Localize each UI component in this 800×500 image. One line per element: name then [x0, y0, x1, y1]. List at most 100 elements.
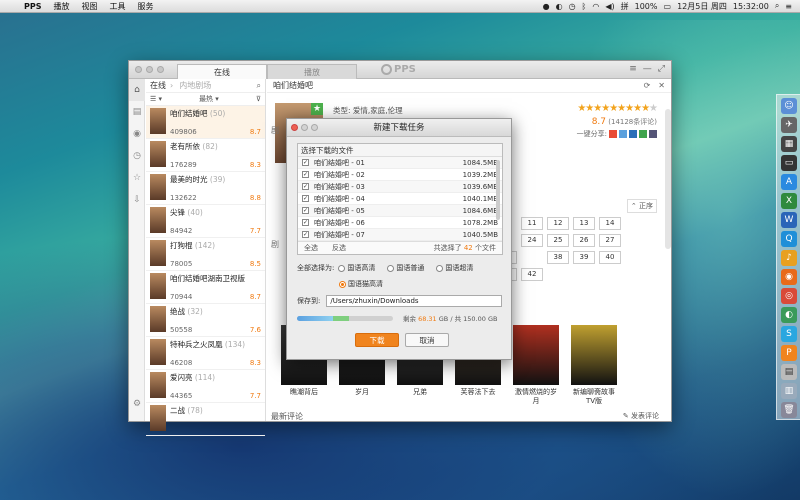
- monitor-icon[interactable]: ▭: [781, 155, 797, 171]
- qq-music-icon[interactable]: ♪: [781, 250, 797, 266]
- list-item[interactable]: 老有所依 (82) 176289 8.3: [146, 139, 265, 172]
- file-row[interactable]: ✓ 咱们结婚吧 - 04 1040.1MB: [298, 193, 502, 205]
- chrome-icon[interactable]: ◎: [781, 288, 797, 304]
- mission-control-icon[interactable]: ▦: [781, 136, 797, 152]
- episode-button[interactable]: 39: [573, 251, 595, 264]
- date-text[interactable]: 12月5日 周四: [677, 1, 727, 12]
- file-checkbox[interactable]: ✓: [302, 231, 309, 238]
- cancel-button[interactable]: 取消: [405, 333, 449, 347]
- list-item[interactable]: 最美的时光 (39) 132622 8.8: [146, 172, 265, 205]
- sort-dropdown[interactable]: 最热 ▾: [199, 94, 219, 104]
- episode-button[interactable]: 25: [547, 234, 569, 247]
- user-icon[interactable]: ◉: [129, 123, 145, 145]
- select-all-button[interactable]: 全选: [304, 243, 318, 253]
- word-icon[interactable]: W: [781, 212, 797, 228]
- finder-icon[interactable]: ☺: [781, 98, 797, 114]
- radio-hd[interactable]: [338, 264, 346, 272]
- dialog-zoom-button[interactable]: [311, 124, 318, 131]
- file-row[interactable]: ✓ 咱们结婚吧 - 06 1078.2MB: [298, 217, 502, 229]
- home-icon[interactable]: ⌂: [129, 79, 145, 101]
- episode-button[interactable]: 11: [521, 217, 543, 230]
- volume-icon[interactable]: ◀): [605, 2, 614, 11]
- episode-button[interactable]: 40: [599, 251, 621, 264]
- list-item[interactable]: 特种兵之火凤凰 (134) 46208 8.3: [146, 337, 265, 370]
- list-item[interactable]: 爱闪亮 (114) 44365 7.7: [146, 370, 265, 403]
- file-list-scrollbar[interactable]: [496, 160, 500, 220]
- episode-button[interactable]: 27: [599, 234, 621, 247]
- post-comment-button[interactable]: ✎ 发表评论: [623, 411, 659, 421]
- share-more-icon[interactable]: [649, 130, 657, 138]
- window-titlebar[interactable]: 在线 播放 PPS ≡ — ⤢: [129, 61, 671, 79]
- list-item[interactable]: 咱们结婚吧湖南卫视版 70944 8.7: [146, 271, 265, 304]
- dialog-minimize-button[interactable]: [301, 124, 308, 131]
- file-checkbox[interactable]: ✓: [302, 159, 309, 166]
- tab-online[interactable]: 在线: [177, 64, 267, 79]
- file-checkbox[interactable]: ✓: [302, 219, 309, 226]
- excel-icon[interactable]: X: [781, 193, 797, 209]
- radio-uhd[interactable]: [436, 264, 444, 272]
- list-item[interactable]: 绝战 (32) 50558 7.6: [146, 304, 265, 337]
- quality-option-normal[interactable]: 国语普通: [387, 263, 424, 273]
- plus-icon[interactable]: ★: [311, 103, 323, 115]
- related-poster[interactable]: 新编聊斋故事TV版: [571, 325, 617, 406]
- document-icon[interactable]: ▤: [781, 364, 797, 380]
- minimize-window-button[interactable]: [146, 66, 153, 73]
- book-icon[interactable]: ▤: [129, 101, 145, 123]
- trash-icon[interactable]: 🗑: [781, 402, 797, 418]
- detail-scrollbar[interactable]: [665, 109, 671, 249]
- fullscreen-icon[interactable]: ⤢: [658, 64, 665, 74]
- tray-icon[interactable]: ◐: [556, 2, 563, 11]
- search-icon[interactable]: ⌕: [257, 81, 261, 91]
- menu-service[interactable]: 服务: [132, 1, 160, 12]
- radio-selected[interactable]: [339, 280, 346, 288]
- list-item[interactable]: 打狗棍 (142) 78005 8.5: [146, 238, 265, 271]
- dialog-titlebar[interactable]: 新建下载任务: [287, 119, 511, 137]
- episode-button[interactable]: 24: [521, 234, 543, 247]
- episode-button[interactable]: 38: [547, 251, 569, 264]
- firefox-icon[interactable]: ◉: [781, 269, 797, 285]
- share-weibo-icon[interactable]: [609, 130, 617, 138]
- quality-option-selected[interactable]: 国语猫高清: [339, 279, 383, 289]
- battery-icon[interactable]: ▭: [664, 2, 672, 11]
- rating-count[interactable]: (14128条评论): [608, 118, 657, 126]
- list-item[interactable]: 二战 (78): [146, 403, 265, 436]
- spotlight-icon[interactable]: ⌕: [775, 1, 779, 11]
- episode-sort-button[interactable]: ⌃ 正序: [626, 199, 657, 213]
- folder-icon[interactable]: ▥: [781, 383, 797, 399]
- quality-option-uhd[interactable]: 国语超清: [436, 263, 473, 273]
- invert-selection-button[interactable]: 反选: [332, 243, 346, 253]
- qq-icon[interactable]: Q: [781, 231, 797, 247]
- browser-icon[interactable]: ◐: [781, 307, 797, 323]
- file-row[interactable]: ✓ 咱们结婚吧 - 01 1084.5MB: [298, 157, 502, 169]
- menu-play[interactable]: 播放: [48, 1, 76, 12]
- refresh-icon[interactable]: ⟳: [644, 81, 651, 90]
- close-window-button[interactable]: [135, 66, 142, 73]
- share-renren-icon[interactable]: [629, 130, 637, 138]
- clock-text[interactable]: 15:32:00: [733, 2, 769, 11]
- list-view-icon[interactable]: ☰ ▾: [150, 95, 162, 103]
- skype-icon[interactable]: S: [781, 326, 797, 342]
- tab-playback[interactable]: 播放: [267, 64, 357, 79]
- battery-text[interactable]: 100%: [635, 2, 658, 11]
- file-row[interactable]: ✓ 咱们结婚吧 - 02 1039.2MB: [298, 169, 502, 181]
- save-path-input[interactable]: [326, 295, 503, 307]
- gear-icon[interactable]: ⚙: [129, 393, 145, 415]
- breadcrumb-root[interactable]: 在线: [150, 80, 166, 91]
- close-icon[interactable]: ✕: [658, 81, 665, 90]
- launchpad-icon[interactable]: ✈: [781, 117, 797, 133]
- bluetooth-icon[interactable]: ᛒ: [582, 2, 587, 11]
- filter-icon[interactable]: ⊽: [256, 95, 261, 103]
- zoom-window-button[interactable]: [157, 66, 164, 73]
- list-item[interactable]: 咱们结婚吧 (50) 409806 8.7: [146, 106, 265, 139]
- input-method-icon[interactable]: 拼: [621, 1, 629, 12]
- related-poster[interactable]: 激情燃烧的岁月: [513, 325, 559, 406]
- star-icon[interactable]: ☆: [129, 167, 145, 189]
- file-checkbox[interactable]: ✓: [302, 171, 309, 178]
- dialog-close-button[interactable]: [291, 124, 298, 131]
- app-store-icon[interactable]: A: [781, 174, 797, 190]
- time-machine-icon[interactable]: ◷: [569, 2, 576, 11]
- list-item[interactable]: 尖锋 (40) 84942 7.7: [146, 205, 265, 238]
- file-row[interactable]: ✓ 咱们结婚吧 - 05 1084.6MB: [298, 205, 502, 217]
- radio-normal[interactable]: [387, 264, 395, 272]
- download-button[interactable]: 下载: [355, 333, 399, 347]
